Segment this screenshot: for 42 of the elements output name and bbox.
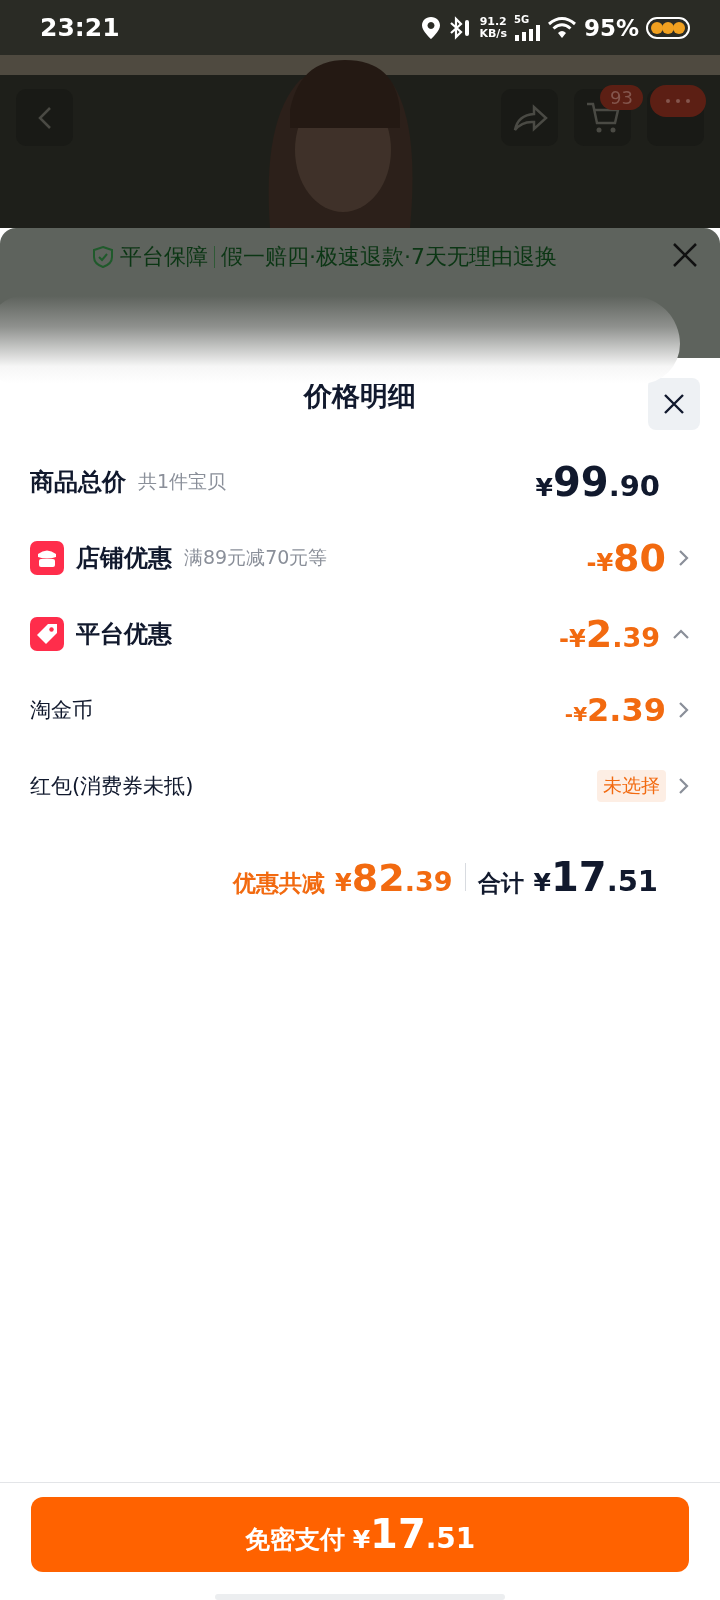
row-label: 红包(消费券未抵) bbox=[30, 773, 194, 800]
price-amount: ¥99.90 bbox=[535, 459, 660, 505]
total-amount: ¥17.51 bbox=[533, 854, 658, 900]
caret-up-icon[interactable] bbox=[672, 628, 690, 640]
share-button[interactable] bbox=[501, 89, 558, 146]
shield-check-icon bbox=[92, 245, 114, 269]
back-icon bbox=[37, 105, 52, 130]
sheet-title: 价格明细 bbox=[304, 378, 416, 414]
guarantee-label: 平台保障 bbox=[120, 243, 208, 271]
discount-amount: -¥2.39 bbox=[564, 691, 666, 729]
signal-icon bbox=[513, 24, 540, 41]
row-label: 平台优惠 bbox=[76, 619, 172, 650]
close-button[interactable] bbox=[648, 378, 700, 430]
wifi-icon bbox=[546, 15, 577, 40]
network-type: 5G bbox=[513, 14, 530, 25]
total-label: 合计 bbox=[477, 869, 524, 898]
discount-amount: -¥80 bbox=[586, 536, 666, 580]
chevron-right-icon[interactable] bbox=[678, 777, 690, 795]
store-icon bbox=[30, 541, 64, 575]
row-note: 共1件宝贝 bbox=[138, 469, 227, 494]
chevron-right-icon[interactable] bbox=[678, 701, 690, 719]
row-note: 满89元减70元等 bbox=[184, 545, 328, 570]
tag-icon bbox=[30, 617, 64, 651]
pay-button[interactable]: 免密支付 ¥17.51 bbox=[31, 1497, 689, 1573]
status-tag: 未选择 bbox=[597, 770, 666, 802]
status-time: 23:21 bbox=[40, 13, 120, 42]
discount-amount: -¥2.39 bbox=[559, 612, 660, 656]
guarantee-details: 假一赔四·极速退款·7天无理由退换 bbox=[221, 243, 557, 271]
close-icon bbox=[663, 393, 685, 415]
row-label: 淘金币 bbox=[30, 697, 93, 724]
location-icon bbox=[421, 15, 442, 40]
battery-icon bbox=[646, 16, 690, 39]
discount-total-label: 优惠共减 bbox=[233, 869, 326, 898]
row-label: 店铺优惠 bbox=[76, 543, 172, 574]
chevron-right-icon[interactable] bbox=[678, 549, 690, 567]
network-speed: 91.2 bbox=[479, 15, 507, 28]
battery-level: 95% bbox=[583, 14, 639, 41]
share-icon bbox=[511, 102, 548, 133]
row-label: 商品总价 bbox=[30, 467, 126, 498]
network-speed-unit: KB/s bbox=[479, 27, 507, 40]
close-icon[interactable] bbox=[672, 242, 698, 268]
discount-total-amount: ¥82.39 bbox=[335, 856, 453, 900]
